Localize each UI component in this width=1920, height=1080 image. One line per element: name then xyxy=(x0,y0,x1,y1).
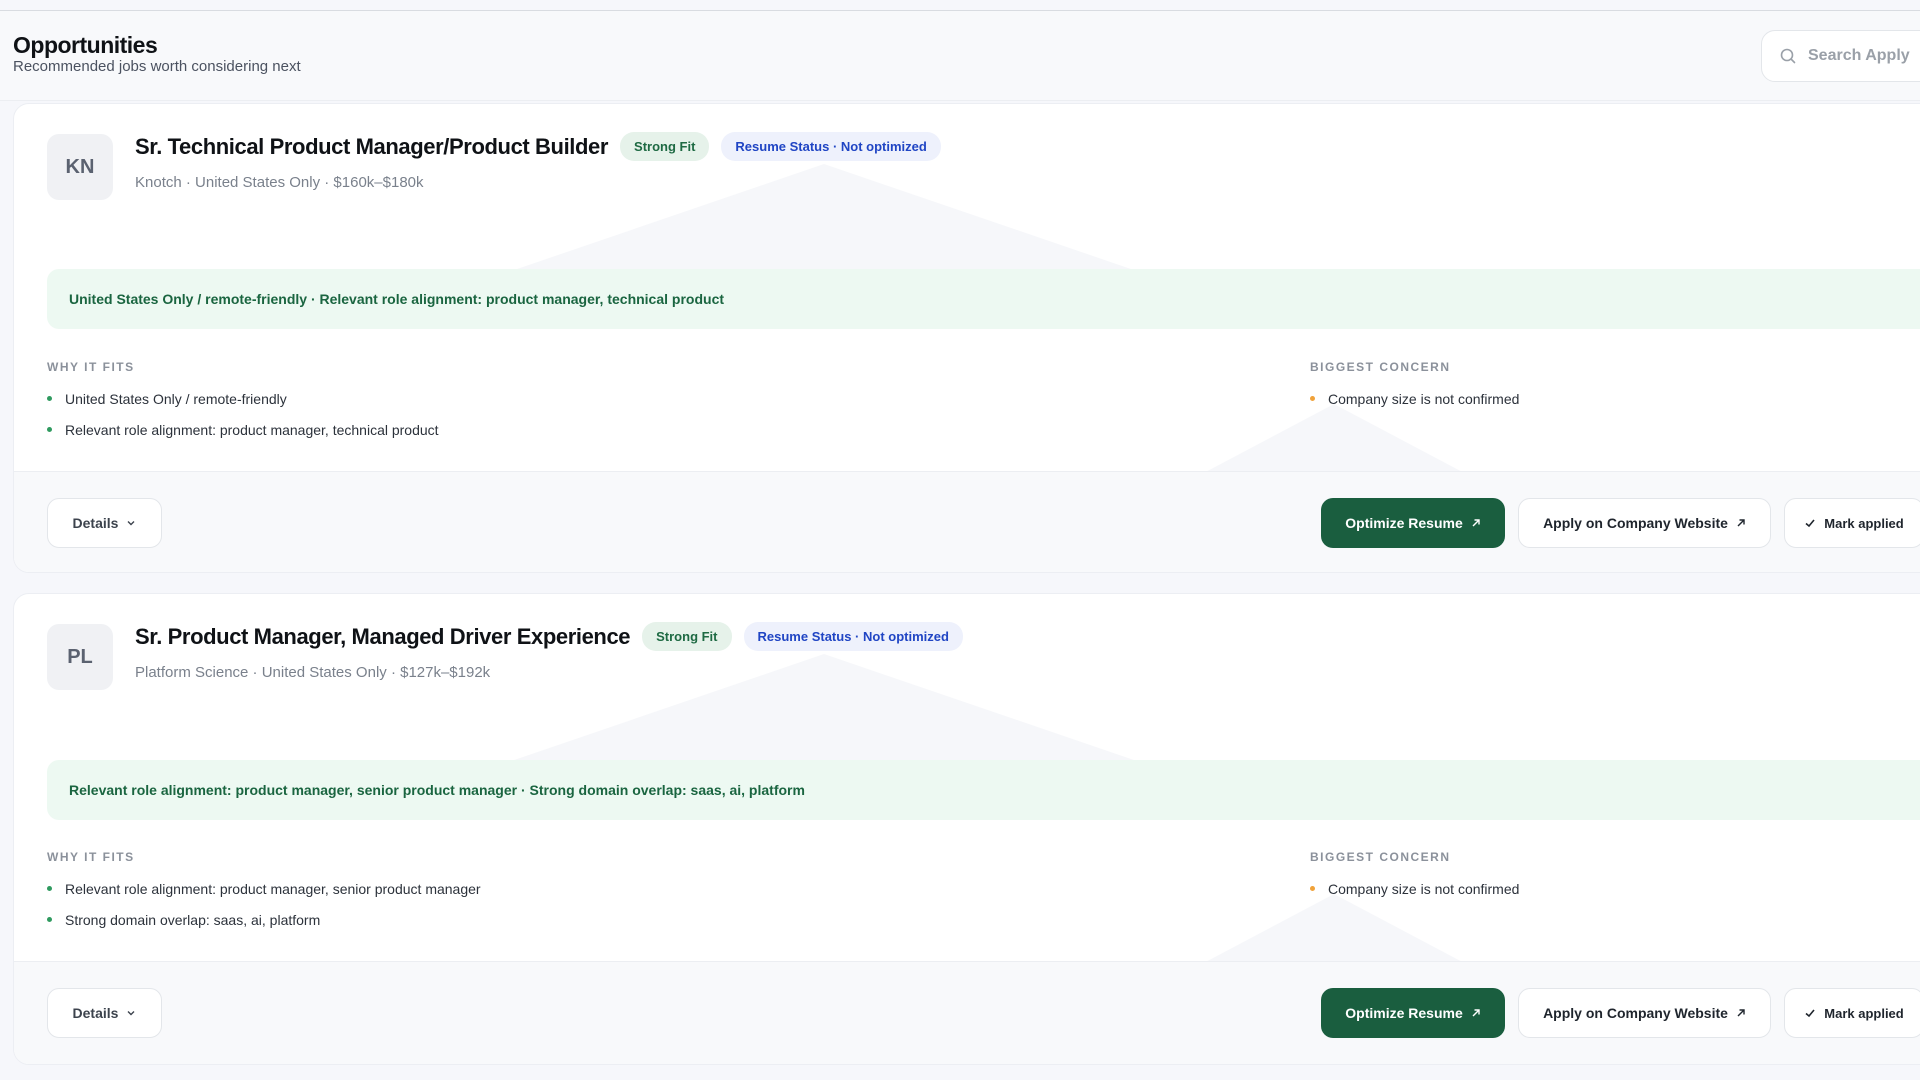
list-item: Strong domain overlap: saas, ai, platfor… xyxy=(47,904,481,935)
biggest-concern-list: Company size is not confirmed xyxy=(1310,873,1519,904)
job-title-row: Sr. Technical Product Manager/Product Bu… xyxy=(135,132,941,161)
job-card: PL Sr. Product Manager, Managed Driver E… xyxy=(13,593,1920,1065)
why-it-fits-label: WHY IT FITS xyxy=(47,850,135,864)
bullet-dot xyxy=(1310,396,1315,401)
page-subtitle: Recommended jobs worth considering next xyxy=(13,58,301,75)
chevron-down-icon xyxy=(126,518,136,528)
list-item: Relevant role alignment: product manager… xyxy=(47,414,439,445)
apply-company-website-button[interactable]: Apply on Company Website xyxy=(1518,498,1771,548)
card-actions: Details Optimize Resume Apply on Company… xyxy=(14,471,1920,572)
details-button[interactable]: Details xyxy=(47,498,162,548)
job-meta: Knotch · United States Only · $160k–$180… xyxy=(135,174,424,191)
job-title[interactable]: Sr. Product Manager, Managed Driver Expe… xyxy=(135,624,631,650)
biggest-concern-list: Company size is not confirmed xyxy=(1310,383,1519,414)
resume-status-badge: Resume Status · Not optimized xyxy=(721,132,941,161)
arrow-up-right-icon xyxy=(1471,1008,1481,1018)
list-item: Relevant role alignment: product manager… xyxy=(47,873,481,904)
biggest-concern-label: BIGGEST CONCERN xyxy=(1310,360,1451,374)
page-title: Opportunities xyxy=(13,32,158,58)
arrow-up-right-icon xyxy=(1736,518,1746,528)
fit-badge: Strong Fit xyxy=(642,622,732,651)
bullet-dot xyxy=(47,427,52,432)
arrow-up-right-icon xyxy=(1471,518,1481,528)
list-item: Company size is not confirmed xyxy=(1310,383,1519,414)
why-it-fits-list: Relevant role alignment: product manager… xyxy=(47,873,481,935)
search-box[interactable] xyxy=(1761,30,1920,82)
check-icon xyxy=(1804,1007,1816,1019)
mark-applied-button[interactable]: Mark applied xyxy=(1784,988,1920,1038)
job-title[interactable]: Sr. Technical Product Manager/Product Bu… xyxy=(135,134,608,160)
bullet-dot xyxy=(47,886,52,891)
list-item: Company size is not confirmed xyxy=(1310,873,1519,904)
job-title-row: Sr. Product Manager, Managed Driver Expe… xyxy=(135,622,963,651)
bullet-dot xyxy=(47,917,52,922)
biggest-concern-label: BIGGEST CONCERN xyxy=(1310,850,1451,864)
mark-applied-button[interactable]: Mark applied xyxy=(1784,498,1920,548)
check-icon xyxy=(1804,517,1816,529)
bullet-dot xyxy=(1310,886,1315,891)
fit-highlight: United States Only / remote-friendly · R… xyxy=(47,269,1920,329)
list-item: United States Only / remote-friendly xyxy=(47,383,439,414)
optimize-resume-button[interactable]: Optimize Resume xyxy=(1321,988,1505,1038)
card-actions: Details Optimize Resume Apply on Company… xyxy=(14,961,1920,1064)
optimize-resume-button[interactable]: Optimize Resume xyxy=(1321,498,1505,548)
page-header: Opportunities Recommended jobs worth con… xyxy=(0,11,1920,101)
job-meta: Platform Science · United States Only · … xyxy=(135,664,491,681)
job-card: KN Sr. Technical Product Manager/Product… xyxy=(13,103,1920,573)
fit-highlight: Relevant role alignment: product manager… xyxy=(47,760,1920,820)
bullet-dot xyxy=(47,396,52,401)
resume-status-badge: Resume Status · Not optimized xyxy=(743,622,963,651)
apply-company-website-button[interactable]: Apply on Company Website xyxy=(1518,988,1771,1038)
company-avatar: KN xyxy=(47,134,113,200)
why-it-fits-label: WHY IT FITS xyxy=(47,360,135,374)
search-input[interactable] xyxy=(1808,47,1920,65)
search-icon xyxy=(1780,48,1796,64)
why-it-fits-list: United States Only / remote-friendly Rel… xyxy=(47,383,439,445)
arrow-up-right-icon xyxy=(1736,1008,1746,1018)
chevron-down-icon xyxy=(126,1008,136,1018)
company-avatar: PL xyxy=(47,624,113,690)
details-button[interactable]: Details xyxy=(47,988,162,1038)
fit-badge: Strong Fit xyxy=(620,132,710,161)
